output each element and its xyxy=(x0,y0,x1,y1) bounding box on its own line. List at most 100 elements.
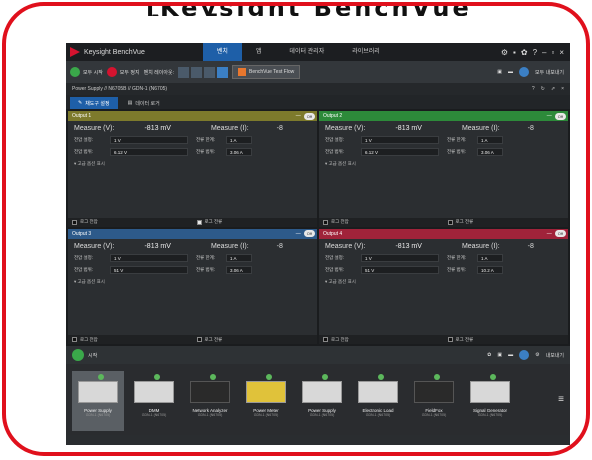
folder-icon[interactable]: ▬ xyxy=(508,69,513,75)
output-controls: — Off xyxy=(296,230,317,237)
gear-icon[interactable]: ✿ xyxy=(487,352,491,358)
voltage-range-select[interactable]: 6.12 V xyxy=(361,148,439,156)
log-current-checkbox[interactable] xyxy=(196,337,202,342)
maximize-icon[interactable]: ▫ xyxy=(551,48,554,57)
current-range-field[interactable]: 10.2 A xyxy=(477,265,503,274)
output-panel: Output 4 — Off Measure (V): -813 mV Meas… xyxy=(319,228,569,344)
setting-row: 전압 설정: 1 V 전류 한계: 1 A xyxy=(68,134,317,146)
voltage-range-select[interactable]: 51 V xyxy=(361,265,439,274)
measure-v-label: Measure (V): xyxy=(74,242,115,250)
export-all-button[interactable]: 모두 내보내기 xyxy=(535,69,564,76)
dock-device[interactable]: Power Supply GDN-1 (N6705) xyxy=(72,371,124,431)
log-current-checkbox[interactable] xyxy=(447,337,453,342)
log-voltage-checkbox[interactable] xyxy=(72,337,77,342)
popout-icon[interactable]: ⇗ xyxy=(551,86,555,92)
log-voltage-checkbox[interactable] xyxy=(72,219,77,225)
output-toggle[interactable]: Off xyxy=(303,112,315,120)
log-current-option[interactable]: 로그 전류 xyxy=(444,335,569,344)
log-current-checkbox[interactable] xyxy=(196,219,202,225)
log-voltage-option[interactable]: 로그 전압 xyxy=(319,335,444,344)
help-icon[interactable]: ? xyxy=(532,86,535,92)
voltage-set-field[interactable]: 1 V xyxy=(110,253,188,262)
dock-device[interactable]: Network Analyzer GDN-1 (N6705) xyxy=(184,371,236,431)
minimize-icon[interactable]: – xyxy=(542,48,546,57)
dock-device[interactable]: Signal Generator GDN-1 (N6705) xyxy=(464,371,516,431)
device-address: GDN-1 (N6705) xyxy=(197,413,223,417)
tab-library[interactable]: 라이브러리 xyxy=(338,43,394,61)
advanced-options-toggle[interactable]: ▾ 고급 옵션 표시 xyxy=(68,158,317,170)
collapse-icon[interactable]: — xyxy=(547,113,552,119)
instrument-thumbnail xyxy=(302,381,342,403)
measure-v-value: -813 mV xyxy=(144,125,171,132)
output-toggle[interactable]: Off xyxy=(554,112,566,120)
log-voltage-label: 로그 전압 xyxy=(80,219,98,224)
chat-icon[interactable]: ▪ xyxy=(513,48,516,57)
stop-all-button[interactable]: 모두 정지 xyxy=(106,67,140,77)
settings-icon[interactable]: ⚙ xyxy=(501,48,508,57)
current-limit-label: 전류 한계: xyxy=(447,254,467,260)
current-limit-field[interactable]: 1 A xyxy=(477,136,503,144)
advanced-options-toggle[interactable]: ▾ 고급 옵션 표시 xyxy=(319,158,568,170)
voltage-set-field[interactable]: 1 V xyxy=(361,253,439,262)
log-voltage-checkbox[interactable] xyxy=(323,219,328,225)
test-flow-button[interactable]: BenchVue Test Flow xyxy=(231,65,301,79)
log-current-checkbox[interactable] xyxy=(447,219,453,225)
output-toggle[interactable]: Off xyxy=(303,230,315,237)
close-icon[interactable]: × xyxy=(561,86,564,92)
save-icon[interactable]: ▣ xyxy=(497,69,502,75)
current-range-field[interactable]: 3.06 A xyxy=(226,265,252,274)
log-voltage-option[interactable]: 로그 전압 xyxy=(68,335,193,344)
tab-apps[interactable]: 앱 xyxy=(242,43,276,61)
connected-badge-icon xyxy=(378,374,384,380)
current-limit-field[interactable]: 1 A xyxy=(226,253,252,262)
advanced-options-toggle[interactable]: ▾ 고급 옵션 표시 xyxy=(319,276,568,288)
collapse-icon[interactable]: — xyxy=(296,231,301,237)
voltage-range-select[interactable]: 51 V xyxy=(110,265,188,274)
layout-option-icon[interactable] xyxy=(177,66,189,78)
tab-bench[interactable]: 벤치 xyxy=(202,43,242,61)
dock-device[interactable]: Electronic Load GDN-1 (N6705) xyxy=(352,371,404,431)
refresh-icon[interactable]: ↻ xyxy=(541,86,545,92)
log-current-option[interactable]: 로그 전류 xyxy=(193,218,318,227)
log-current-option[interactable]: 로그 전류 xyxy=(193,335,318,344)
voltage-range-select[interactable]: 6.12 V xyxy=(110,148,188,156)
help-icon[interactable]: ? xyxy=(533,48,537,57)
collapse-icon[interactable]: — xyxy=(296,113,301,119)
log-voltage-option[interactable]: 로그 전압 xyxy=(68,218,193,227)
tab-data-manager[interactable]: 데이터 관리자 xyxy=(275,43,338,61)
layout-option-icon[interactable] xyxy=(190,66,202,78)
log-voltage-option[interactable]: 로그 전압 xyxy=(319,218,444,227)
voltage-set-field[interactable]: 1 V xyxy=(361,136,439,144)
close-icon[interactable]: × xyxy=(559,48,564,57)
layout-option-icon[interactable] xyxy=(203,66,215,78)
run-button[interactable] xyxy=(72,349,84,361)
current-limit-field[interactable]: 1 A xyxy=(226,136,252,144)
log-current-option[interactable]: 로그 전류 xyxy=(444,218,569,227)
dock-device[interactable]: FieldFox GDN-1 (N6705) xyxy=(408,371,460,431)
tab-data-logger[interactable]: ▤ 데이터 로거 xyxy=(120,97,168,109)
menu-icon[interactable]: ≡ xyxy=(558,394,568,405)
tab-instrument-settings[interactable]: ✎ 채도구 설정 xyxy=(70,97,118,109)
output-toggle[interactable]: Off xyxy=(554,230,566,237)
export-button[interactable]: 내보내기 xyxy=(546,352,564,359)
advanced-options-toggle[interactable]: ▾ 고급 옵션 표시 xyxy=(68,276,317,288)
settings-icon[interactable]: ⚙ xyxy=(535,352,539,358)
save-icon[interactable]: ▣ xyxy=(497,352,502,358)
cloud-icon[interactable] xyxy=(519,350,530,360)
collapse-icon[interactable]: — xyxy=(547,231,552,237)
voltage-set-field[interactable]: 1 V xyxy=(110,136,188,144)
dock-device[interactable]: Power Supply GDN-1 (N6705) xyxy=(296,371,348,431)
start-all-button[interactable]: 모두 시작 xyxy=(70,67,103,77)
connected-badge-icon xyxy=(434,374,440,380)
dock-device[interactable]: DMM GDN-1 (N6705) xyxy=(128,371,180,431)
folder-icon[interactable]: ▬ xyxy=(508,352,513,358)
start-all-label: 모두 시작 xyxy=(83,69,103,76)
log-voltage-checkbox[interactable] xyxy=(323,337,328,342)
cloud-icon[interactable] xyxy=(519,67,529,77)
dock-device[interactable]: Power Meter GDN-1 (N6705) xyxy=(240,371,292,431)
current-limit-field[interactable]: 1 A xyxy=(477,253,503,262)
current-range-field[interactable]: 3.06 A xyxy=(226,148,252,156)
current-range-field[interactable]: 3.06 A xyxy=(477,148,503,156)
layout-option-icon[interactable] xyxy=(216,66,228,78)
gear-icon[interactable]: ✿ xyxy=(521,48,528,57)
